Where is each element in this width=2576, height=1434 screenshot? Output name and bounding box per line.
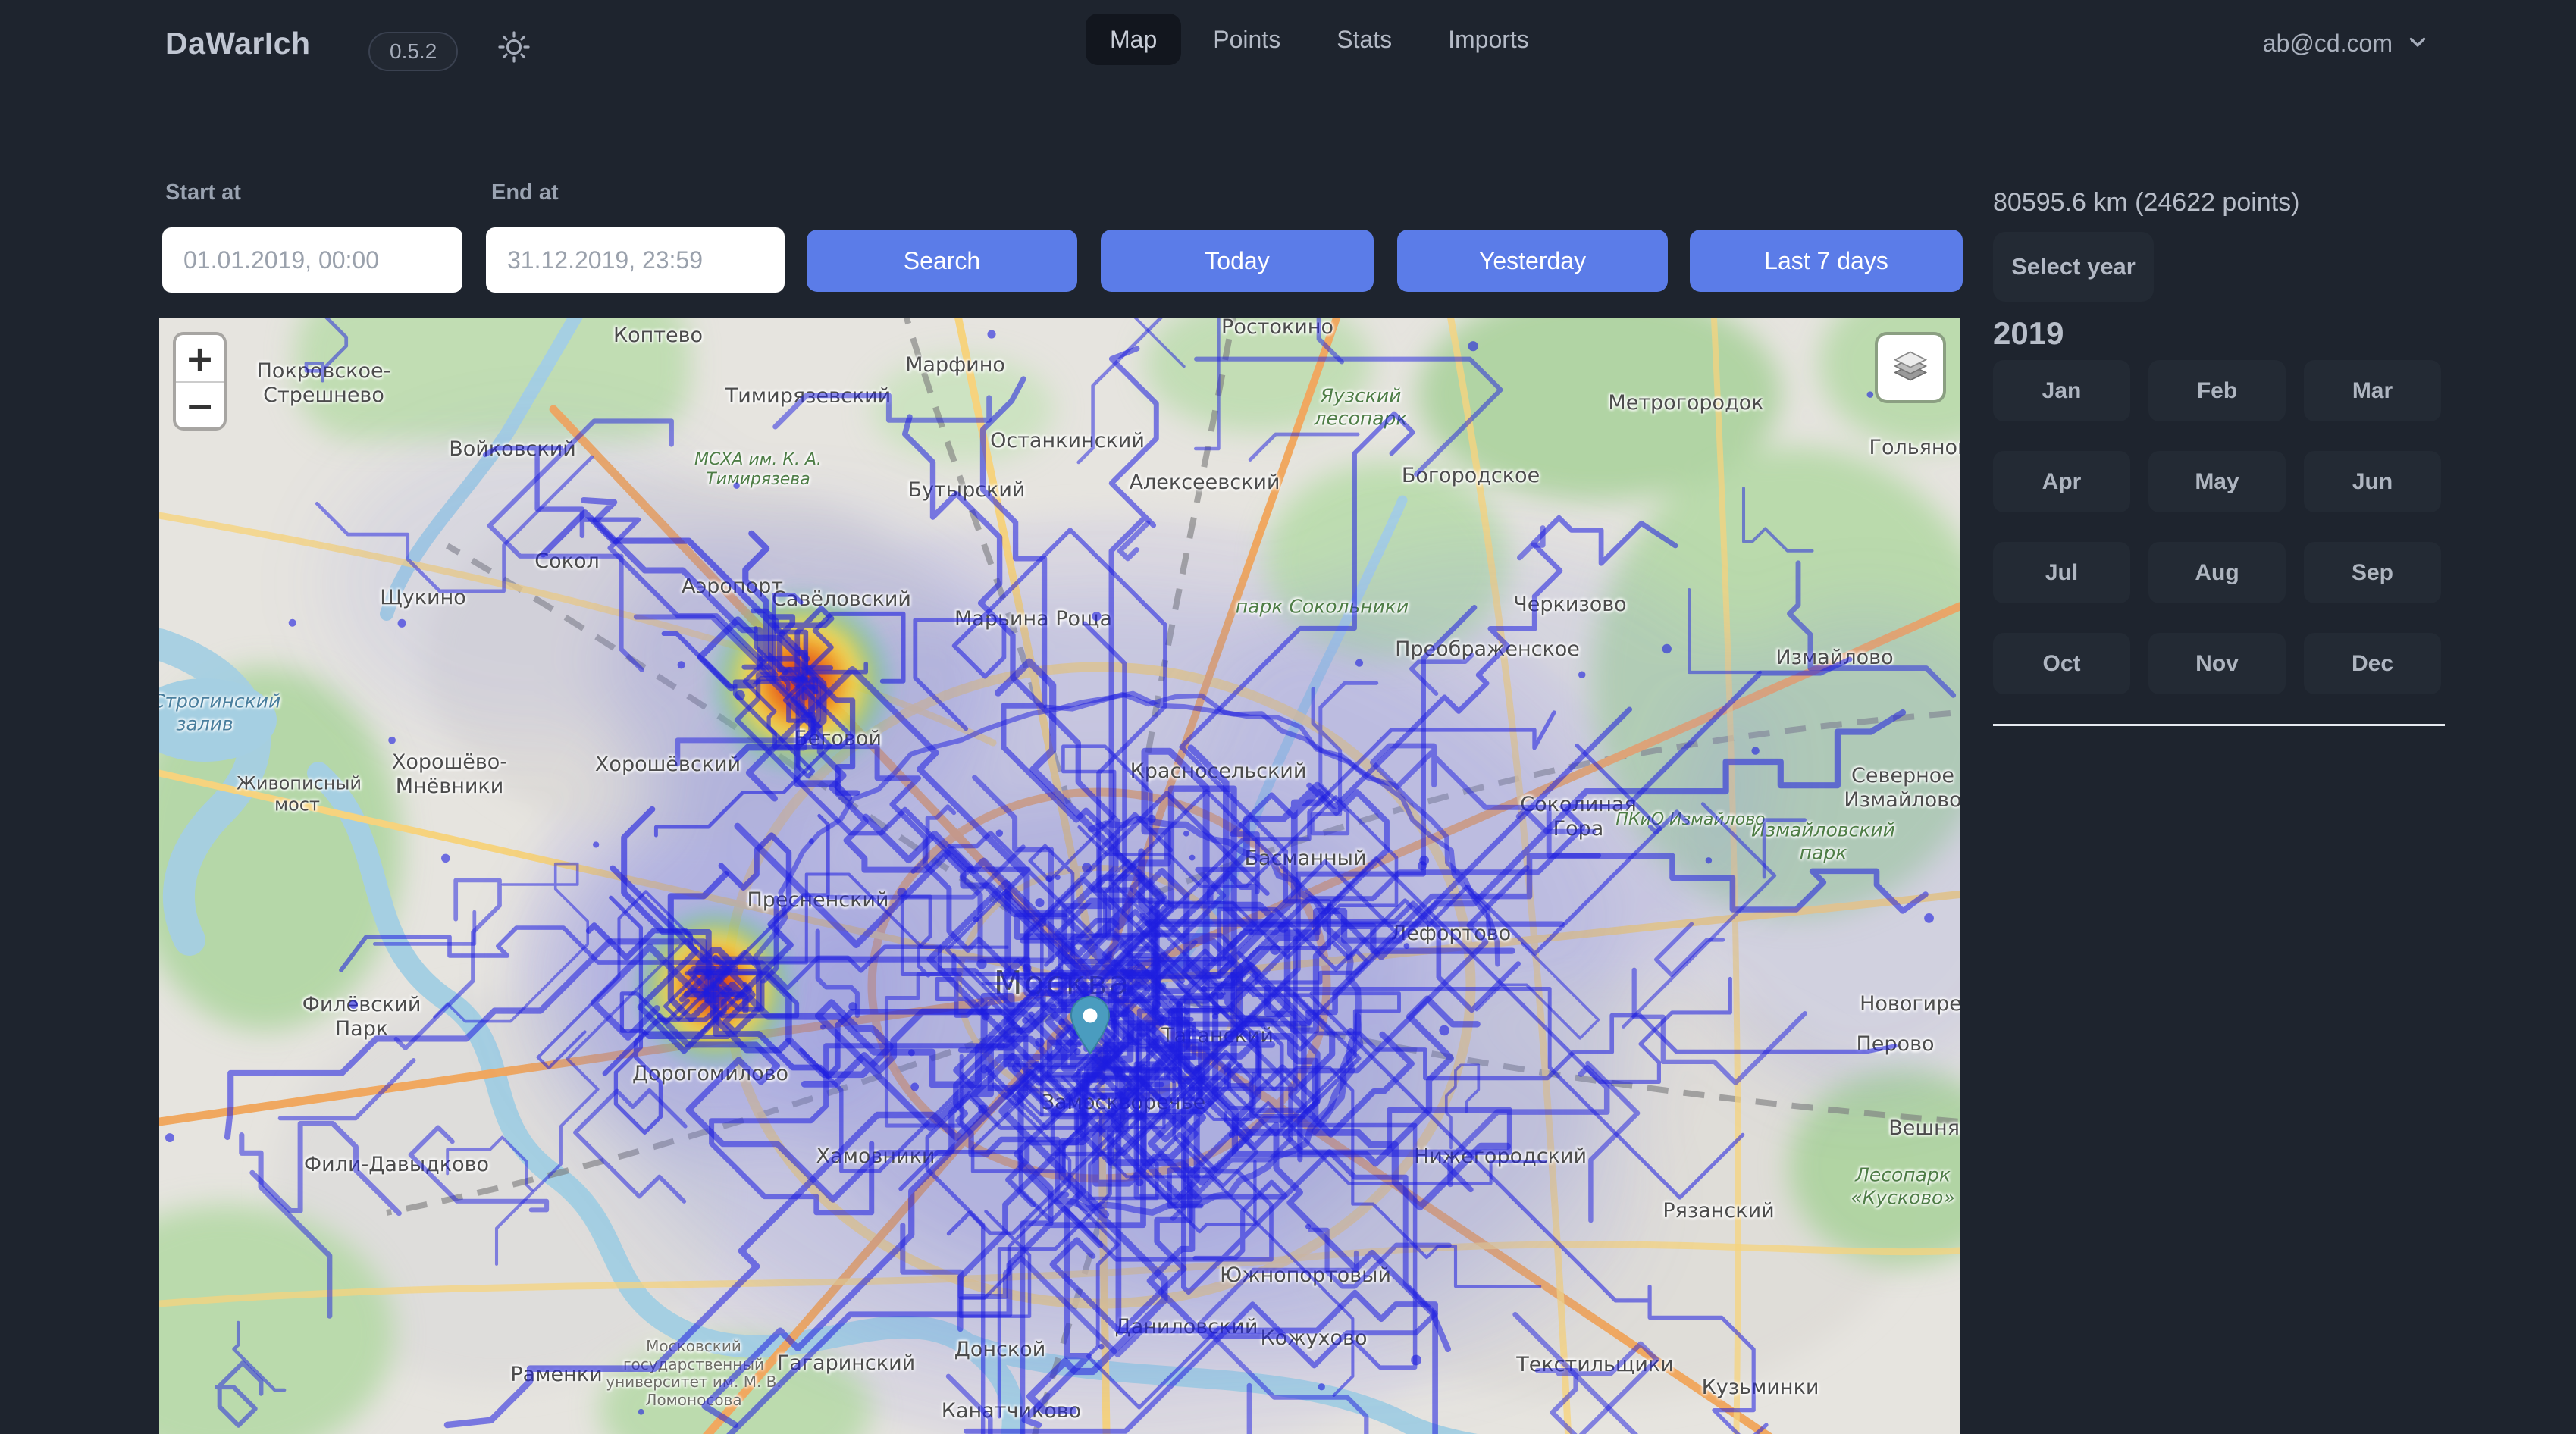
month-button-may[interactable]: May <box>2148 451 2286 512</box>
month-button-sep[interactable]: Sep <box>2304 542 2441 603</box>
map-zoom-control: + − <box>176 335 224 427</box>
month-button-oct[interactable]: Oct <box>1993 633 2130 694</box>
month-button-feb[interactable]: Feb <box>2148 360 2286 421</box>
month-button-jan[interactable]: Jan <box>1993 360 2130 421</box>
gps-tracks-layer <box>159 318 1960 1434</box>
today-button[interactable]: Today <box>1101 230 1374 292</box>
end-at-label: End at <box>491 180 559 205</box>
sidebar-divider <box>1993 724 2445 726</box>
yesterday-button[interactable]: Yesterday <box>1397 230 1668 292</box>
zoom-in-button[interactable]: + <box>176 335 224 381</box>
month-button-apr[interactable]: Apr <box>1993 451 2130 512</box>
tab-points[interactable]: Points <box>1189 14 1305 65</box>
version-badge: 0.5.2 <box>368 32 458 71</box>
tab-stats[interactable]: Stats <box>1312 14 1416 65</box>
theme-toggle[interactable] <box>493 27 535 70</box>
account-email: ab@cd.com <box>2263 30 2393 58</box>
last-7-days-button[interactable]: Last 7 days <box>1690 230 1963 292</box>
chevron-down-icon <box>2405 29 2430 58</box>
app-root: DaWarIch 0.5.2 MapPointsStatsImports ab@… <box>0 0 2576 1434</box>
layers-control[interactable] <box>1878 335 1943 400</box>
month-button-dec[interactable]: Dec <box>2304 633 2441 694</box>
layers-icon <box>1890 346 1931 390</box>
month-button-aug[interactable]: Aug <box>2148 542 2286 603</box>
end-at-input[interactable] <box>486 227 785 293</box>
select-year-button[interactable]: Select year <box>1993 232 2154 302</box>
start-at-label: Start at <box>165 180 241 205</box>
tab-imports[interactable]: Imports <box>1424 14 1553 65</box>
month-button-jul[interactable]: Jul <box>1993 542 2130 603</box>
month-button-jun[interactable]: Jun <box>2304 451 2441 512</box>
year-heading: 2019 <box>1993 315 2064 352</box>
sun-icon <box>496 29 532 69</box>
distance-points-stats: 80595.6 km (24622 points) <box>1993 188 2299 218</box>
search-button[interactable]: Search <box>807 230 1077 292</box>
map-canvas[interactable]: Покровское-СтрешневоКоптевоМарфиноТимиря… <box>159 318 1960 1434</box>
location-marker-pin[interactable] <box>1068 996 1112 1059</box>
zoom-out-button[interactable]: − <box>176 381 224 427</box>
app-logo[interactable]: DaWarIch <box>165 26 311 61</box>
month-button-nov[interactable]: Nov <box>2148 633 2286 694</box>
month-button-mar[interactable]: Mar <box>2304 360 2441 421</box>
account-menu[interactable]: ab@cd.com <box>2263 29 2430 58</box>
main-nav: MapPointsStatsImports <box>1086 14 1553 65</box>
months-grid: Jan Feb Mar Apr May Jun Jul Aug Sep Oct Nov Dec <box>1993 360 2441 694</box>
tab-map[interactable]: Map <box>1086 14 1181 65</box>
start-at-input[interactable] <box>162 227 462 293</box>
